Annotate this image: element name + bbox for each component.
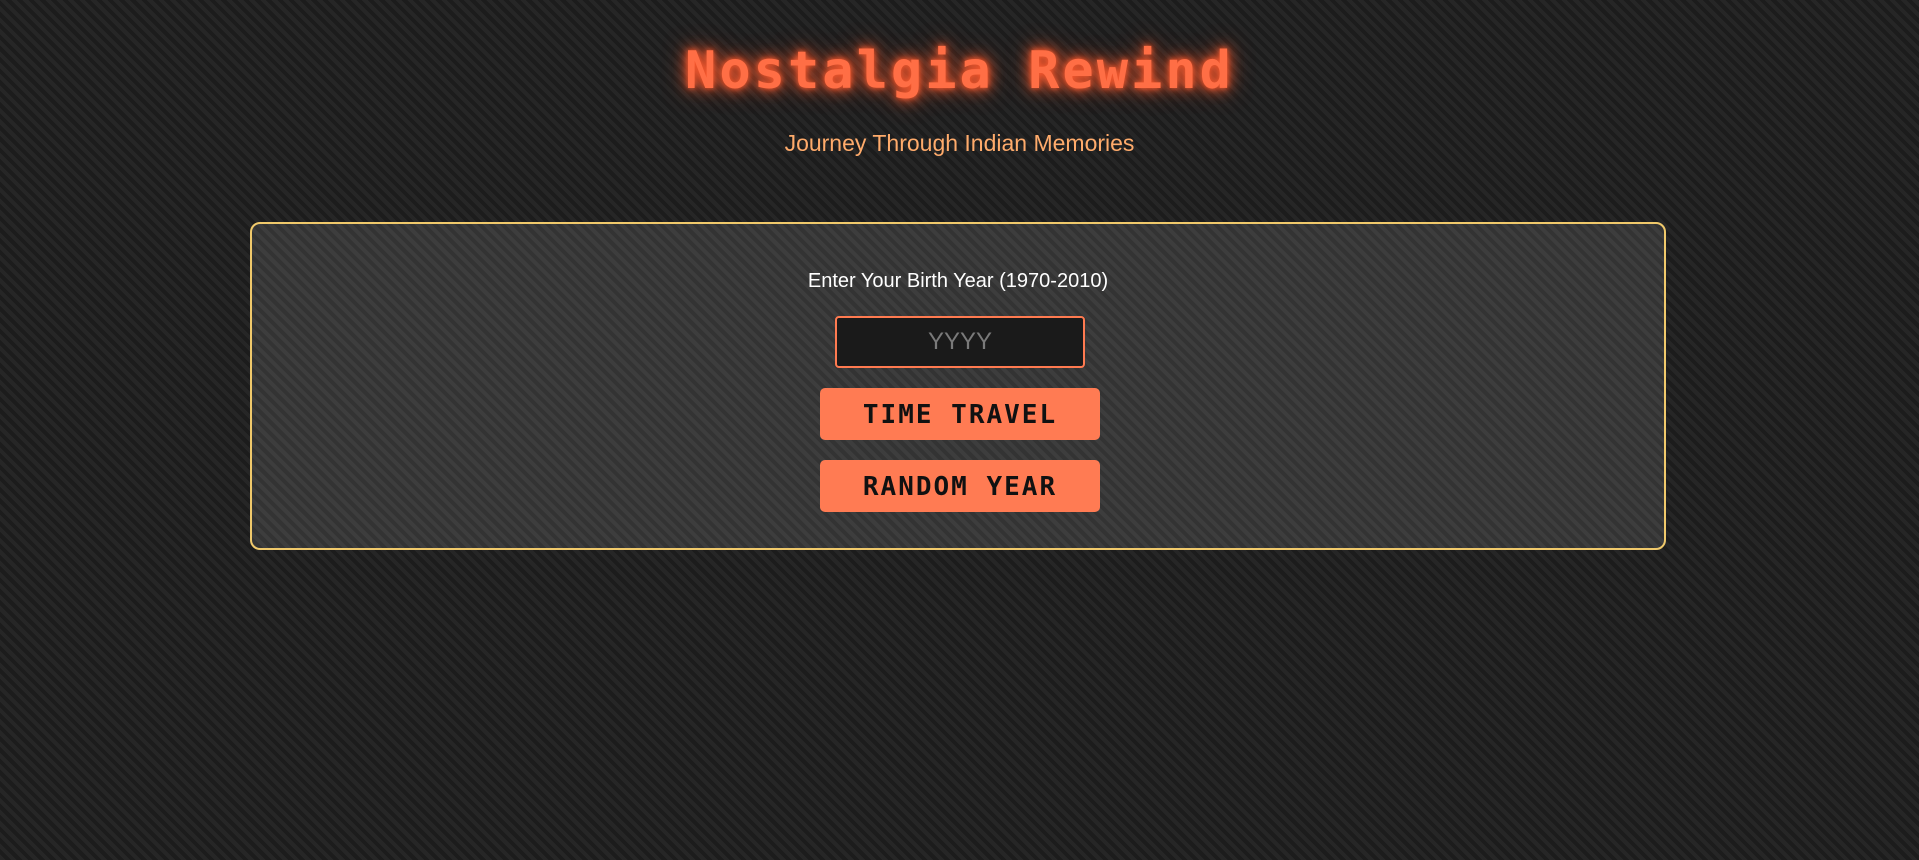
page-subtitle: Journey Through Indian Memories [784,130,1135,156]
birth-year-label: Enter Your Birth Year (1970-2010) [807,270,1109,292]
year-input-panel: Enter Your Birth Year (1970-2010) TIME T… [250,222,1666,550]
time-travel-button[interactable]: TIME TRAVEL [820,388,1100,440]
random-year-button[interactable]: RANDOM YEAR [820,460,1100,512]
page-title: Nostalgia Rewind [685,41,1234,101]
birth-year-input[interactable] [835,316,1085,368]
